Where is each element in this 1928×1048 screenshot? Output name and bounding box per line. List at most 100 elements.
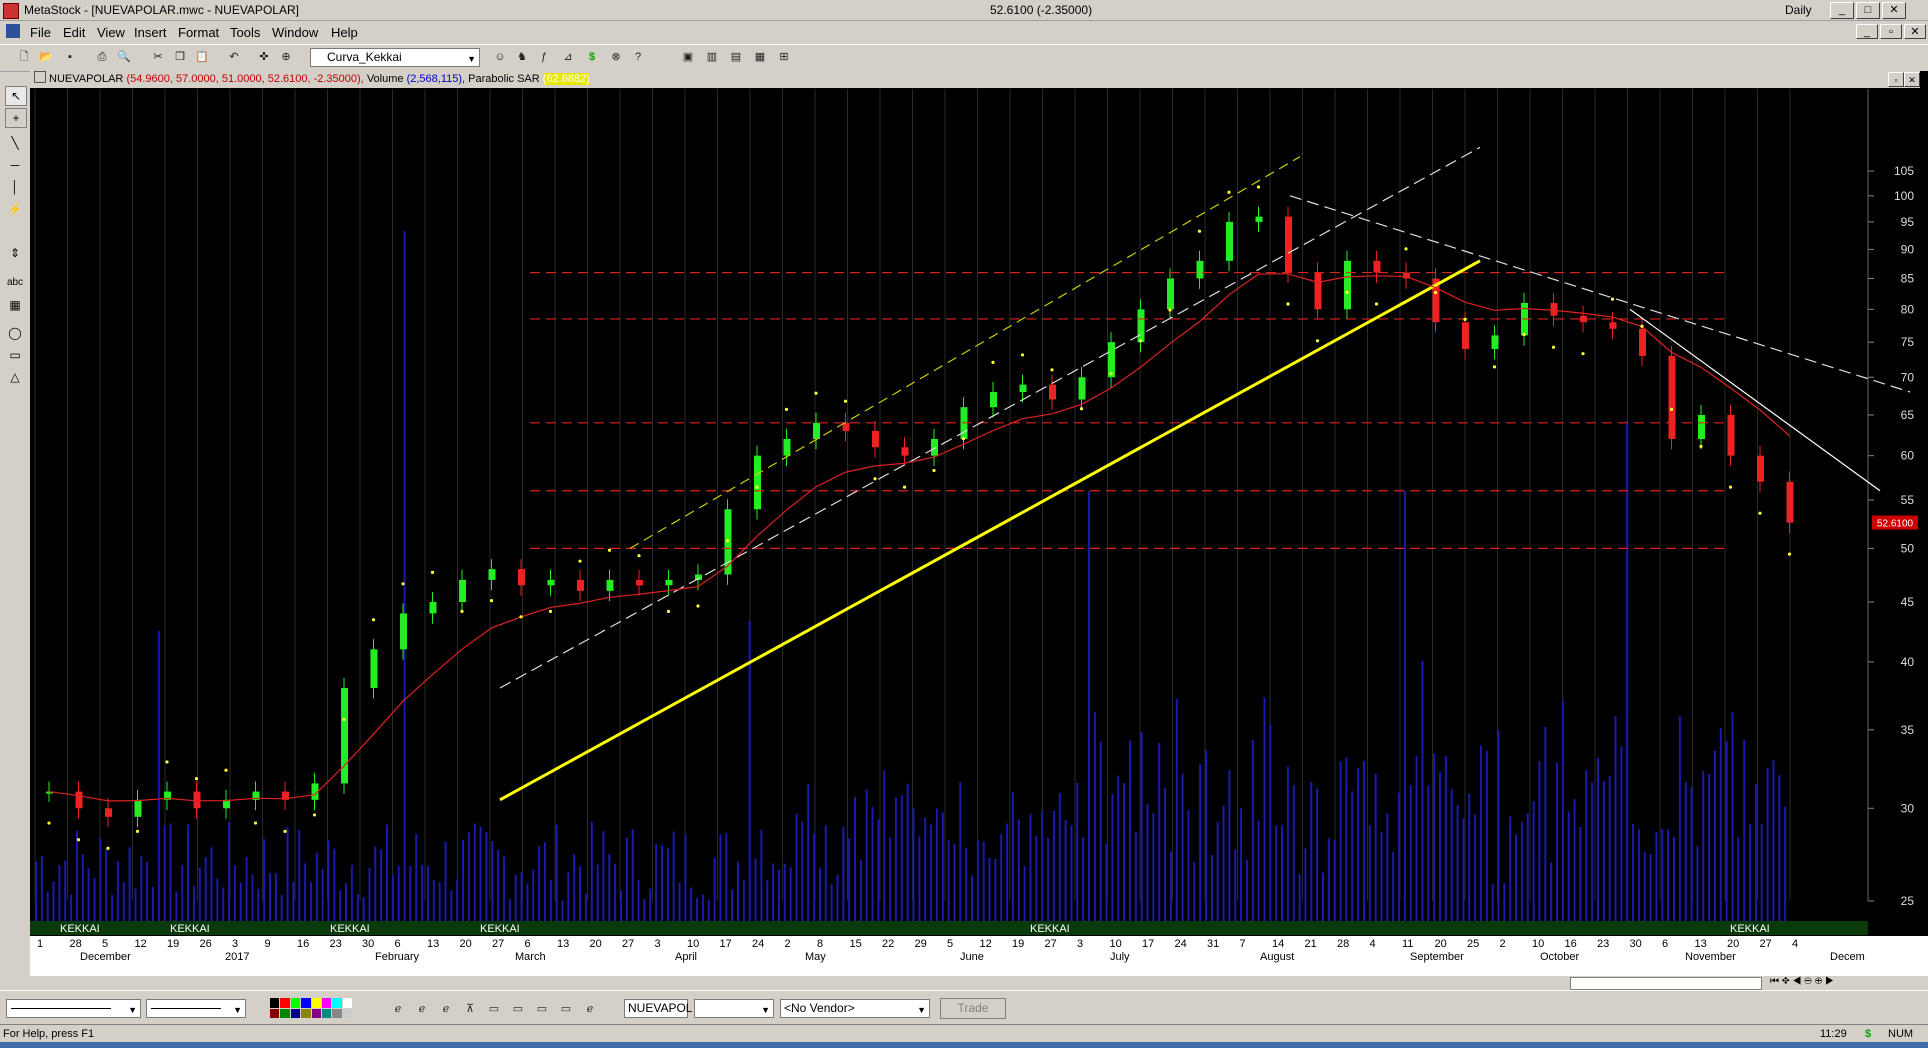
zoom-icon[interactable]: ⊕ (278, 49, 294, 65)
tile-horizontal-icon[interactable]: ▤ (728, 49, 744, 65)
ellipse-tool-icon[interactable]: ◯ (5, 324, 25, 342)
menu-view[interactable]: View (97, 25, 125, 40)
document-icon[interactable] (6, 24, 20, 38)
menu-tools[interactable]: Tools (230, 25, 260, 40)
maximize-icon[interactable]: □ (1856, 2, 1880, 19)
open-icon[interactable]: 📂 (38, 49, 54, 65)
trade-button[interactable]: Trade (940, 998, 1006, 1019)
paste-icon[interactable]: 📋 (194, 49, 210, 65)
style-icon-5[interactable]: ℯ (582, 1001, 598, 1017)
volume-bar (561, 900, 564, 921)
x-day-label: 25 (1467, 938, 1479, 950)
cut-icon[interactable]: ✂ (150, 49, 166, 65)
print-preview-icon[interactable]: 🔍 (116, 49, 132, 65)
rectangle-tool-icon[interactable]: ▭ (5, 346, 25, 364)
new-icon[interactable]: 🗋 (16, 49, 32, 65)
menu-window[interactable]: Window (272, 25, 318, 40)
doc-close-icon[interactable]: ✕ (1904, 24, 1926, 39)
fibonacci-tool-icon[interactable]: ⚡ (5, 200, 25, 218)
undo-icon[interactable]: ↶ (226, 49, 242, 65)
x-day-label: 10 (1532, 938, 1544, 950)
menu-help[interactable]: Help (331, 25, 358, 40)
expert-combo[interactable]: Curva_Kekkai ▼ (310, 48, 480, 67)
menu-format[interactable]: Format (178, 25, 219, 40)
horizontal-line-tool-icon[interactable]: ─ (5, 156, 25, 174)
candle-body (193, 791, 201, 809)
volume-bar (1164, 787, 1167, 921)
volume-bar (1766, 767, 1769, 921)
trendline-tool-icon[interactable]: ╲ (5, 134, 25, 152)
app-icon[interactable] (3, 3, 19, 19)
save-icon[interactable]: ▪ (62, 49, 78, 65)
crosshair-tool-icon[interactable]: + (5, 108, 27, 128)
close-icon[interactable]: ✕ (1882, 2, 1906, 19)
symbol-input[interactable]: NUEVAPOL (624, 999, 692, 1018)
x-day-label: 15 (850, 938, 862, 950)
chart-restore-icon[interactable]: ▫ (1888, 72, 1904, 87)
volume-bar (526, 883, 529, 921)
style-icon-4[interactable]: ⊼ (462, 1001, 478, 1017)
window-cascade-icon[interactable]: ▣ (680, 49, 696, 65)
help-pointer-icon[interactable]: ? (630, 49, 646, 65)
menu-file[interactable]: File (30, 25, 51, 40)
minimize-icon[interactable]: _ (1830, 2, 1854, 19)
style-icon-2[interactable]: ℯ (414, 1001, 430, 1017)
doc-restore-icon[interactable]: ▫ (1880, 24, 1902, 39)
volume-bar (549, 879, 552, 921)
arrange-icon[interactable]: ⊞ (776, 49, 792, 65)
explorer-icon[interactable]: ⊿ (560, 49, 576, 65)
chevron-down-icon: ▼ (467, 54, 476, 64)
volume-bar (1708, 773, 1711, 921)
layout-icon-2[interactable]: ▭ (510, 1001, 526, 1017)
dollar-icon[interactable]: $ (584, 49, 600, 65)
indicator-builder-icon[interactable]: ƒ (536, 49, 552, 65)
candle-body (1049, 384, 1056, 400)
chart-scrollbar[interactable] (1570, 977, 1762, 990)
volume-bar (532, 869, 535, 921)
sar-dot (1286, 302, 1290, 306)
color-palette[interactable] (270, 998, 352, 1018)
sar-dot (1315, 339, 1320, 343)
layout-icon-1[interactable]: ▭ (486, 1001, 502, 1017)
copy-icon[interactable]: ❐ (172, 49, 188, 65)
chart-close-icon[interactable]: ✕ (1904, 72, 1920, 87)
style-icon-1[interactable]: ℯ (390, 1001, 406, 1017)
triangle-tool-icon[interactable]: △ (5, 368, 25, 386)
style-icon-3[interactable]: ℯ (438, 1001, 454, 1017)
price-chart[interactable]: 105100959085807570656055504540353025KEKK… (30, 71, 1928, 976)
tile-grid-icon[interactable]: ▦ (752, 49, 768, 65)
zoom-controls[interactable]: ⏮ ✥ ◀ ⊖ ⊕ ▶ (1770, 976, 1834, 987)
scroll-tool-icon[interactable]: ⇕ (5, 244, 25, 262)
volume-bar (274, 872, 277, 921)
pointer-icon[interactable]: ↖ (5, 86, 27, 106)
chart-header: NUEVAPOLAR (54.9600, 57.0000, 51.0000, 5… (30, 71, 1920, 88)
crosshair-icon[interactable]: ✜ (256, 49, 272, 65)
sar-dot (489, 599, 494, 603)
print-icon[interactable]: ⎙ (94, 49, 110, 65)
candle-body (1108, 342, 1115, 378)
volume-bar (1409, 785, 1412, 921)
layout-icon-3[interactable]: ▭ (534, 1001, 550, 1017)
system-tester-icon[interactable]: ♞ (514, 49, 530, 65)
volume-bar (1690, 786, 1693, 921)
volume-bar (251, 874, 254, 921)
layout-icon-4[interactable]: ▭ (558, 1001, 574, 1017)
vertical-line-tool-icon[interactable]: │ (5, 178, 25, 196)
expert-advisor-icon[interactable]: ☺ (492, 49, 508, 65)
tile-vertical-icon[interactable]: ▥ (704, 49, 720, 65)
vendor-combo[interactable]: <No Vendor> ▼ (780, 999, 930, 1018)
line-weight-combo[interactable]: ▼ (146, 999, 246, 1018)
x-day-label: 10 (687, 938, 699, 950)
line-style-combo[interactable]: ▼ (6, 999, 141, 1018)
menu-edit[interactable]: Edit (63, 25, 85, 40)
binoculars-icon[interactable]: ⊗ (608, 49, 624, 65)
doc-minimize-icon[interactable]: _ (1856, 24, 1878, 39)
volume-bar (1322, 872, 1324, 921)
text-tool-icon[interactable]: abc (5, 274, 25, 292)
chart-window[interactable]: 105 100 95 90 85 80 75 70 65 60 55 50 45 40 35 30 25 KEKK… (30, 71, 1928, 976)
volume-bar (1772, 760, 1775, 921)
volume-bar (567, 872, 570, 921)
menu-insert[interactable]: Insert (134, 25, 167, 40)
exchange-combo[interactable]: ▼ (694, 999, 774, 1018)
grid-tool-icon[interactable]: ▦ (5, 296, 25, 314)
